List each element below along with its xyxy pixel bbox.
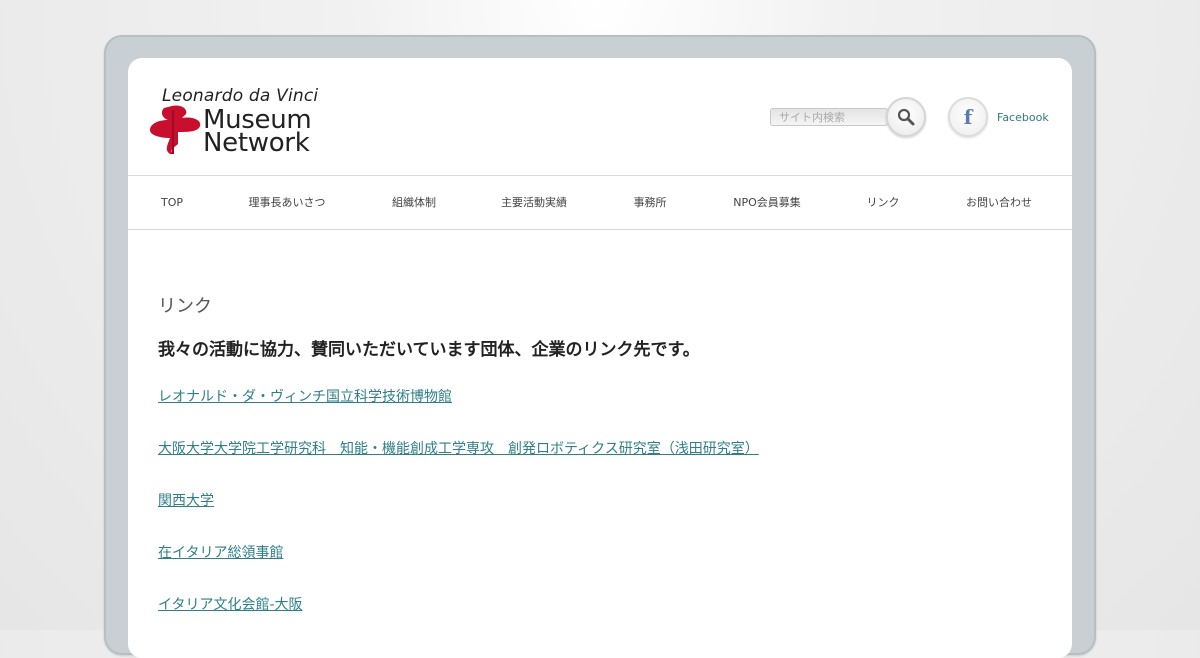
page-card: Leonardo da Vinci Museum Network サイト内検索 … — [128, 58, 1072, 658]
nav-item-top[interactable]: TOP — [161, 176, 183, 229]
nav-item-greeting[interactable]: 理事長あいさつ — [249, 176, 326, 229]
nav-item-contact[interactable]: お問い合わせ — [966, 176, 1032, 229]
link-item[interactable]: 大阪大学大学院工学研究科 知能・機能創成工学専攻 創発ロボティクス研究室（浅田研… — [158, 438, 759, 458]
facebook-button[interactable]: f — [948, 97, 988, 137]
logo-line-1: Leonardo da Vinci — [162, 86, 319, 106]
logo-emblem-icon — [150, 105, 201, 154]
nav-item-links[interactable]: リンク — [867, 176, 900, 229]
link-item[interactable]: レオナルド・ダ・ヴィンチ国立科学技術博物館 — [158, 386, 452, 406]
facebook-icon: f — [963, 105, 973, 129]
nav-item-membership[interactable]: NPO会員募集 — [733, 176, 801, 229]
nav-item-office[interactable]: 事務所 — [634, 176, 667, 229]
facebook-link[interactable]: Facebook — [997, 111, 1049, 124]
search-button[interactable] — [886, 97, 926, 137]
page-intro: 我々の活動に協力、賛同いただいています団体、企業のリンク先です。 — [158, 340, 700, 360]
magnifier-icon — [897, 108, 915, 126]
logo-line-3: Network — [203, 128, 310, 158]
link-item[interactable]: 在イタリア総領事館 — [158, 542, 283, 562]
site-search-input[interactable]: サイト内検索 — [770, 108, 888, 126]
link-item[interactable]: イタリア文化会館-大阪 — [158, 594, 303, 614]
site-logo[interactable]: Leonardo da Vinci Museum Network — [148, 86, 328, 156]
link-item[interactable]: 関西大学 — [158, 490, 214, 510]
page-title: リンク — [158, 296, 212, 317]
main-nav: TOP 理事長あいさつ 組織体制 主要活動実績 事務所 NPO会員募集 リンク … — [128, 175, 1072, 230]
nav-item-organization[interactable]: 組織体制 — [392, 176, 436, 229]
nav-item-activities[interactable]: 主要活動実績 — [501, 176, 567, 229]
